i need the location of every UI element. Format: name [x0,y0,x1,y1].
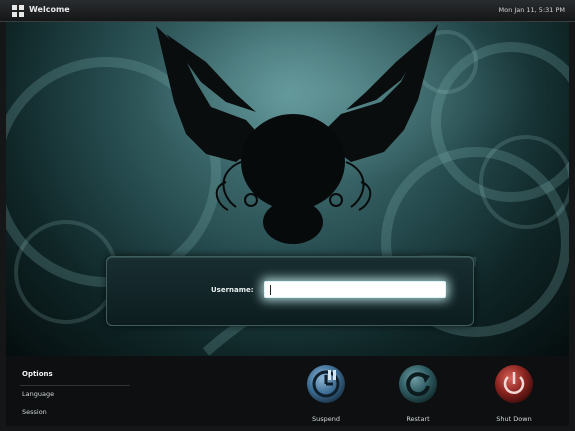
text-cursor [270,285,271,295]
option-language[interactable]: Language [22,390,54,398]
bottom-panel: Options Language Session Suspend Restart… [6,356,569,426]
window-title: Welcome [29,5,70,14]
option-session[interactable]: Session [22,408,47,416]
wallpaper: Username: [6,22,569,356]
restart-label: Restart [406,415,430,423]
suspend-label: Suspend [311,415,340,423]
restart-button[interactable]: Restart [388,364,448,426]
menu-grid-icon[interactable] [12,5,24,17]
top-panel: Welcome Mon Jan 11, 5:31 PM [0,0,575,22]
shutdown-button[interactable]: Shut Down [484,364,544,426]
power-icon [495,365,533,403]
suspend-button[interactable]: Suspend [296,364,356,426]
options-divider [20,385,130,386]
clock[interactable]: Mon Jan 11, 5:31 PM [499,6,565,14]
suspend-clock-icon [307,365,345,403]
screen-border-right [569,22,575,431]
login-panel: Username: [106,256,474,326]
screen-border-bottom [0,426,575,431]
username-label: Username: [211,286,254,294]
shutdown-label: Shut Down [496,415,532,423]
options-header[interactable]: Options [22,370,53,378]
restart-arrow-icon [399,365,437,403]
username-field[interactable] [264,281,446,298]
